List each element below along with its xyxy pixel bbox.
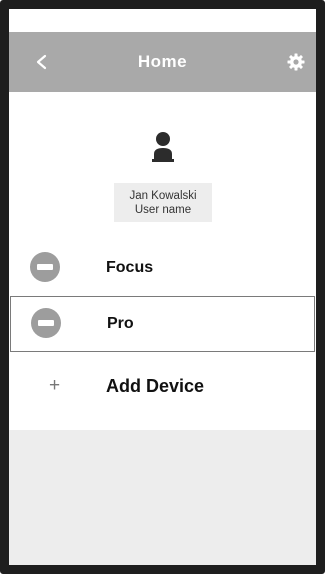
- person-icon[interactable]: [149, 130, 177, 162]
- add-device-label: Add Device: [106, 376, 205, 396]
- gear-icon[interactable]: [287, 53, 305, 71]
- main-content: Jan Kowalski User name Focus Pro + Add D…: [9, 92, 316, 430]
- status-area: [9, 9, 316, 32]
- user-name-caption: User name: [134, 204, 192, 216]
- device-row-pro[interactable]: Pro: [10, 296, 315, 352]
- header-bar: Home: [9, 32, 316, 92]
- plus-icon: +: [49, 375, 61, 396]
- add-device-row[interactable]: + Add Device: [9, 352, 316, 418]
- user-name-box[interactable]: Jan Kowalski User name: [114, 183, 212, 222]
- app-screen: Home Jan Kowalski User name Focus Pro + …: [9, 9, 316, 565]
- user-profile: Jan Kowalski User name: [9, 92, 316, 240]
- page-title: Home: [137, 52, 188, 71]
- device-row-focus[interactable]: Focus: [9, 240, 316, 296]
- device-icon: [31, 308, 61, 338]
- device-label: Focus: [106, 259, 154, 276]
- device-label: Pro: [107, 315, 134, 332]
- device-icon: [30, 252, 60, 282]
- user-name: Jan Kowalski: [129, 190, 197, 202]
